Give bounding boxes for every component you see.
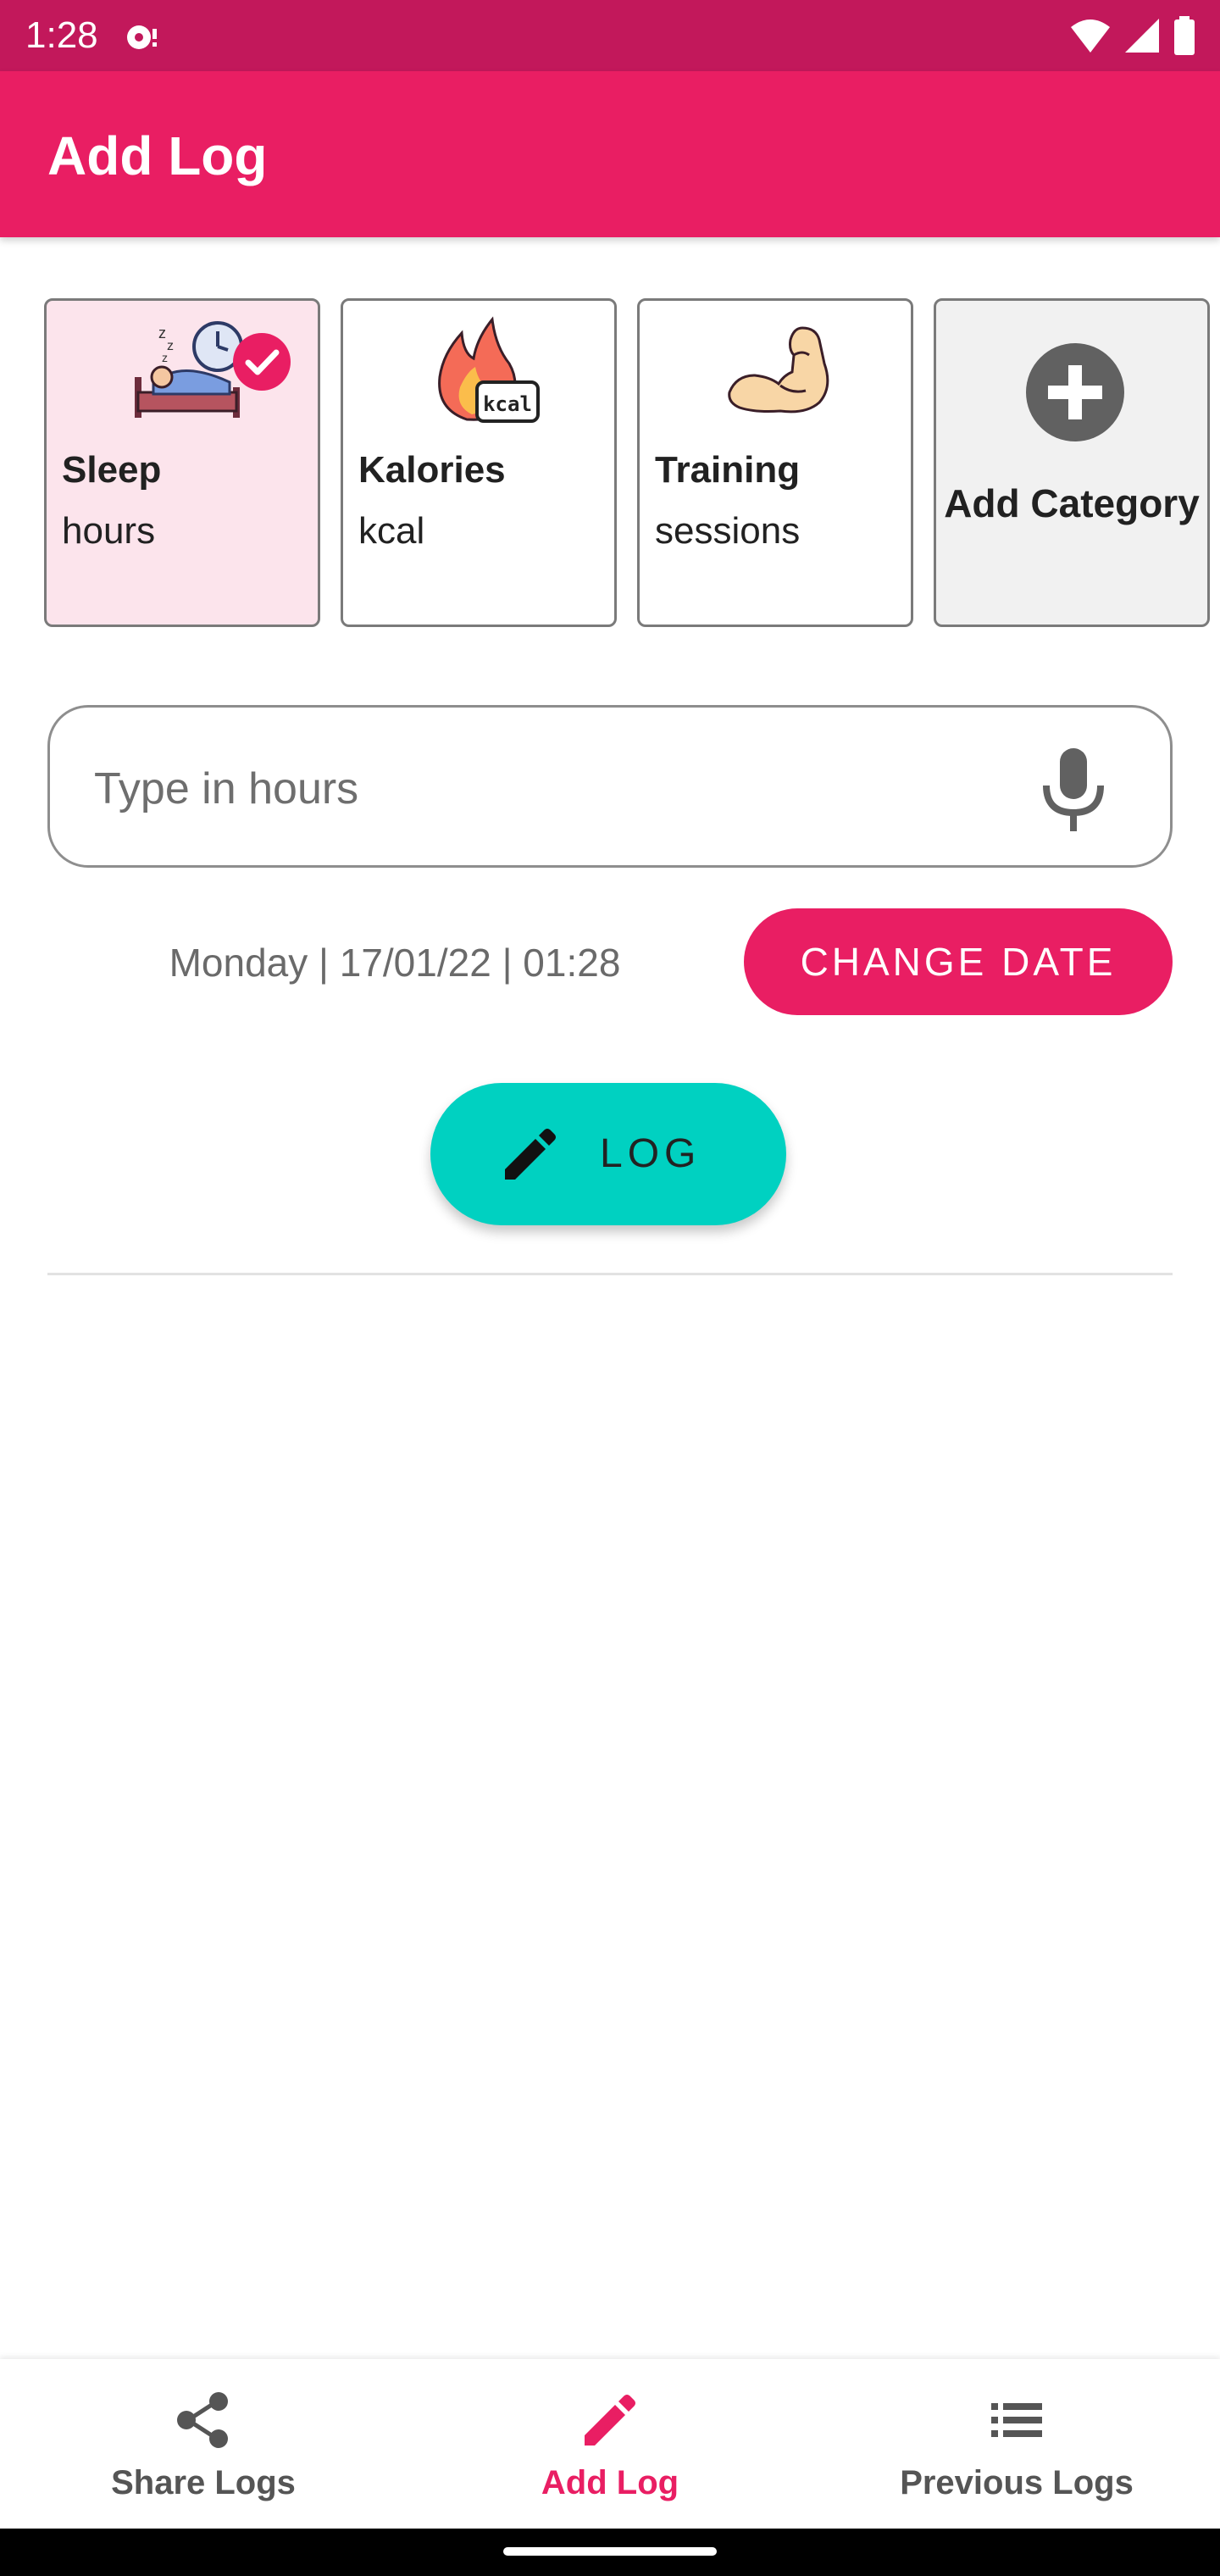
signal-icon	[1125, 19, 1159, 53]
category-card-kalories[interactable]: kcal Kalories kcal	[341, 298, 617, 627]
bottom-navigation: Share Logs Add Log Previous Logs	[0, 2359, 1220, 2529]
category-list: z z z Sleep hours kcal Kalories kcal Tra…	[44, 298, 1210, 627]
divider	[47, 1273, 1173, 1275]
wifi-icon	[1071, 19, 1110, 53]
nav-label: Previous Logs	[900, 2464, 1134, 2501]
category-card-training[interactable]: Training sessions	[637, 298, 913, 627]
value-input[interactable]	[94, 752, 1009, 826]
status-bar: 1:28	[0, 0, 1220, 71]
page-title: Add Log	[47, 125, 268, 186]
add-circle-icon	[1026, 343, 1124, 441]
category-name: Sleep	[62, 449, 162, 491]
system-navigation-bar	[0, 2529, 1220, 2576]
log-button-label: LOG	[600, 1131, 702, 1176]
fire-kcal-icon: kcal	[438, 316, 540, 423]
battery-icon	[1174, 16, 1195, 55]
pencil-icon	[505, 1129, 556, 1180]
media-notification-icon	[127, 25, 157, 49]
category-name: Kalories	[358, 449, 506, 491]
share-icon	[177, 2392, 228, 2448]
add-category-label: Add Category	[944, 481, 1200, 525]
add-category-button[interactable]: Add Category	[934, 298, 1210, 627]
pencil-icon	[585, 2395, 635, 2446]
svg-text:z: z	[162, 351, 168, 364]
nav-label: Share Logs	[111, 2464, 296, 2501]
status-time: 1:28	[25, 14, 98, 56]
category-unit: sessions	[655, 510, 801, 552]
category-unit: hours	[62, 510, 156, 552]
log-button[interactable]: LOG	[430, 1083, 786, 1225]
value-input-container	[47, 705, 1173, 868]
nav-previous-logs[interactable]: Previous Logs	[813, 2359, 1220, 2529]
nav-add-log[interactable]: Add Log	[407, 2359, 813, 2529]
category-unit: kcal	[358, 510, 425, 552]
log-date-text: Monday | 17/01/22 | 01:28	[169, 941, 621, 985]
list-icon	[991, 2403, 1042, 2437]
svg-text:z: z	[167, 339, 174, 353]
selected-check-icon	[233, 333, 291, 391]
muscle-icon	[728, 326, 829, 414]
nav-label: Add Log	[541, 2464, 679, 2501]
category-name: Training	[655, 449, 801, 491]
home-gesture-handle[interactable]	[503, 2547, 717, 2556]
sleep-icon: z z z	[135, 321, 243, 418]
app-bar: Add Log	[0, 71, 1220, 237]
change-date-button[interactable]: CHANGE DATE	[744, 908, 1173, 1015]
category-card-sleep[interactable]: z z z Sleep hours	[44, 298, 320, 627]
status-icons	[1069, 15, 1196, 56]
microphone-icon[interactable]	[1031, 745, 1116, 833]
svg-text:kcal: kcal	[483, 392, 532, 416]
svg-text:z: z	[158, 325, 166, 341]
nav-share-logs[interactable]: Share Logs	[0, 2359, 407, 2529]
